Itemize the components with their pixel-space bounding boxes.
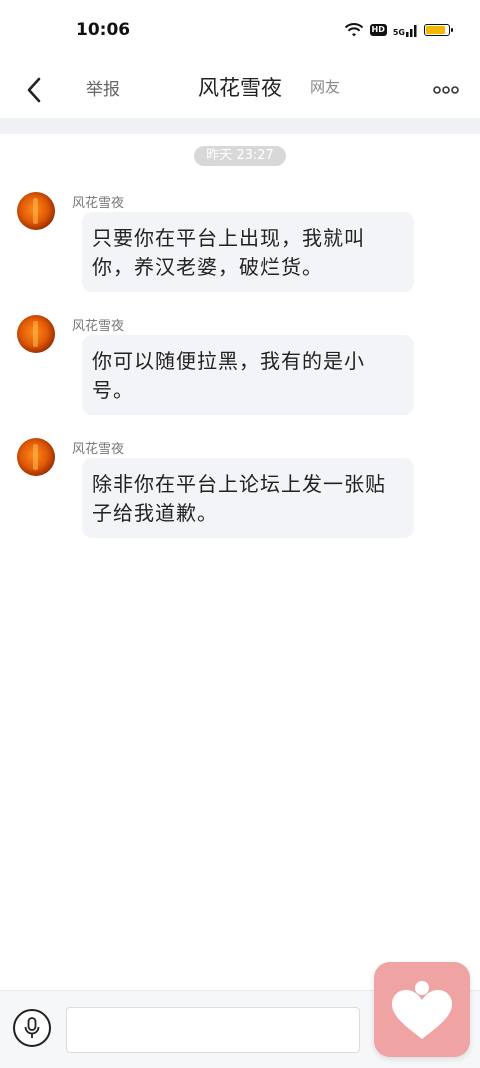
avatar[interactable] <box>17 192 55 230</box>
message-input[interactable] <box>66 1007 360 1053</box>
sender-name: 风花雪夜 <box>72 442 125 457</box>
heart-person-icon <box>392 980 452 1039</box>
heart-widget[interactable] <box>374 962 470 1057</box>
cell-signal-icon: 5G <box>393 23 418 37</box>
report-link[interactable]: 举报 <box>86 75 120 100</box>
message-bubble[interactable]: 除非你在平台上论坛上发一张贴子给我道歉。 <box>82 458 414 538</box>
voice-button[interactable] <box>13 1009 51 1047</box>
back-button[interactable] <box>18 70 50 110</box>
contact-name: 风花雪夜 <box>198 76 282 100</box>
header-divider <box>0 118 480 134</box>
status-time: 10:06 <box>76 20 131 40</box>
sender-name: 风花雪夜 <box>72 196 125 211</box>
status-bar: 10:06 HD 5G <box>0 0 480 62</box>
sender-name: 风花雪夜 <box>72 319 125 334</box>
more-button[interactable] <box>432 76 460 104</box>
hd-badge: HD <box>369 24 387 36</box>
battery-icon <box>424 24 453 36</box>
avatar[interactable] <box>17 315 55 353</box>
microphone-icon <box>24 1017 40 1038</box>
chevron-left-icon <box>27 77 41 103</box>
message-bubble[interactable]: 你可以随便拉黑，我有的是小号。 <box>82 335 414 415</box>
chat-header: 举报 风花雪夜 网友 <box>0 62 480 118</box>
more-dots-icon <box>433 86 459 94</box>
message-bubble[interactable]: 只要你在平台上出现，我就叫你，养汉老婆，破烂货。 <box>82 212 414 292</box>
battery-fill <box>426 26 445 34</box>
wifi-icon <box>344 23 363 37</box>
contact-tag: 网友 <box>310 78 341 96</box>
avatar[interactable] <box>17 438 55 476</box>
timestamp-badge: 昨天 23:27 <box>194 146 286 166</box>
status-icons: HD 5G <box>344 22 453 38</box>
